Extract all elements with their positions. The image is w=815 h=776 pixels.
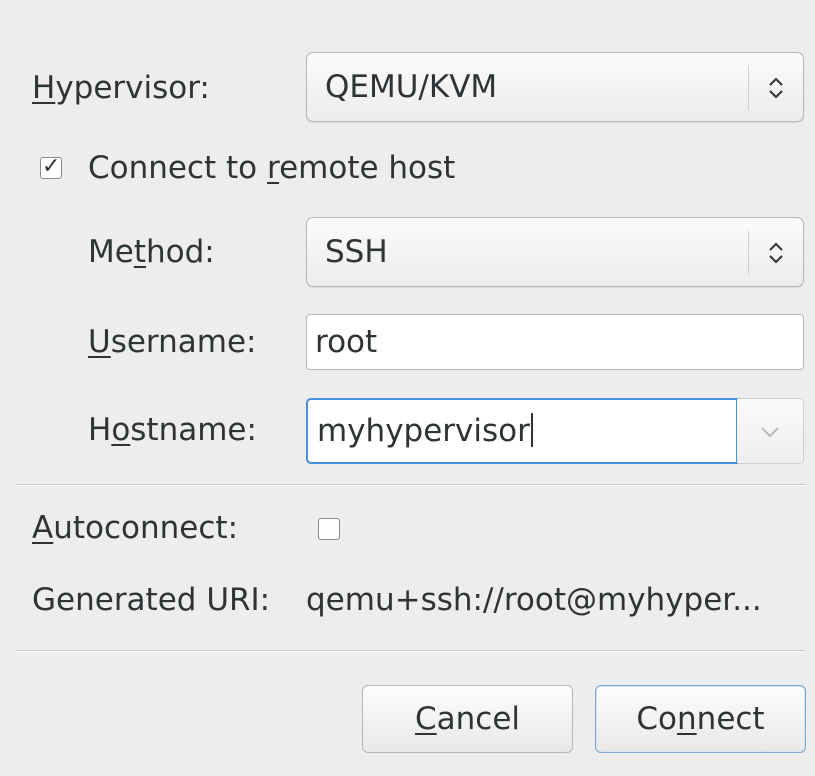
hostname-label-rest: stname: xyxy=(130,412,257,448)
remote-host-label-mnemonic: r xyxy=(267,150,280,186)
connect-button-mnemonic: n xyxy=(677,701,697,737)
hostname-input[interactable]: myhypervisor xyxy=(306,398,738,464)
chevron-down-icon xyxy=(761,427,779,438)
autoconnect-label-mnemonic: A xyxy=(32,510,54,546)
method-label-prefix: Me xyxy=(88,234,134,270)
hostname-dropdown-button[interactable] xyxy=(737,399,803,463)
remote-host-label-rest: emote host xyxy=(279,150,456,186)
hypervisor-label-mnemonic: H xyxy=(32,70,56,106)
hypervisor-label: Hypervisor: xyxy=(32,68,210,108)
remote-host-label-prefix: Connect to xyxy=(88,150,268,186)
section-divider xyxy=(16,484,806,485)
hostname-label-mnemonic: o xyxy=(111,412,131,448)
generated-uri-label: Generated URI: xyxy=(32,582,271,618)
checkmark-icon: ✓ xyxy=(42,154,61,179)
hypervisor-combo[interactable]: QEMU/KVM xyxy=(306,52,804,122)
connect-button[interactable]: Connect xyxy=(595,685,806,753)
button-area-divider xyxy=(16,650,806,651)
combo-separator xyxy=(748,66,749,110)
username-input[interactable]: root xyxy=(306,314,804,370)
text-caret xyxy=(530,413,533,447)
hostname-label: Hostname: xyxy=(88,410,257,450)
hostname-label-prefix: H xyxy=(88,412,112,448)
method-value: SSH xyxy=(325,234,388,270)
up-down-arrows-icon xyxy=(769,77,783,99)
hypervisor-value: QEMU/KVM xyxy=(325,69,498,105)
connect-button-rest: nect xyxy=(696,701,765,737)
connect-button-prefix: Co xyxy=(636,701,678,737)
remote-host-label[interactable]: Connect to remote host xyxy=(88,148,455,188)
up-down-arrows-icon xyxy=(769,242,783,264)
hostname-combo-entry: myhypervisor xyxy=(306,398,804,464)
username-label-rest: sername: xyxy=(110,324,257,360)
username-label: Username: xyxy=(88,322,257,362)
hypervisor-label-rest: ypervisor: xyxy=(55,70,210,106)
remote-host-checkbox[interactable]: ✓ xyxy=(40,154,62,179)
cancel-button-mnemonic: C xyxy=(414,701,437,737)
method-combo[interactable]: SSH xyxy=(306,217,804,287)
method-label: Method: xyxy=(88,232,215,272)
cancel-button-rest: ancel xyxy=(436,701,521,737)
autoconnect-checkbox[interactable] xyxy=(318,518,340,540)
generated-uri-value: qemu+ssh://root@myhyper... xyxy=(306,582,762,618)
hostname-value-wrap: myhypervisor xyxy=(317,411,533,451)
autoconnect-label-rest: utoconnect: xyxy=(53,510,239,546)
cancel-button[interactable]: Cancel xyxy=(362,685,573,753)
combo-separator xyxy=(748,231,749,275)
method-label-rest: hod: xyxy=(145,234,215,270)
hostname-value: myhypervisor xyxy=(317,413,530,449)
username-value: root xyxy=(315,324,378,360)
autoconnect-label: Autoconnect: xyxy=(32,508,238,548)
method-label-mnemonic: t xyxy=(133,234,146,270)
username-label-mnemonic: U xyxy=(88,324,111,360)
